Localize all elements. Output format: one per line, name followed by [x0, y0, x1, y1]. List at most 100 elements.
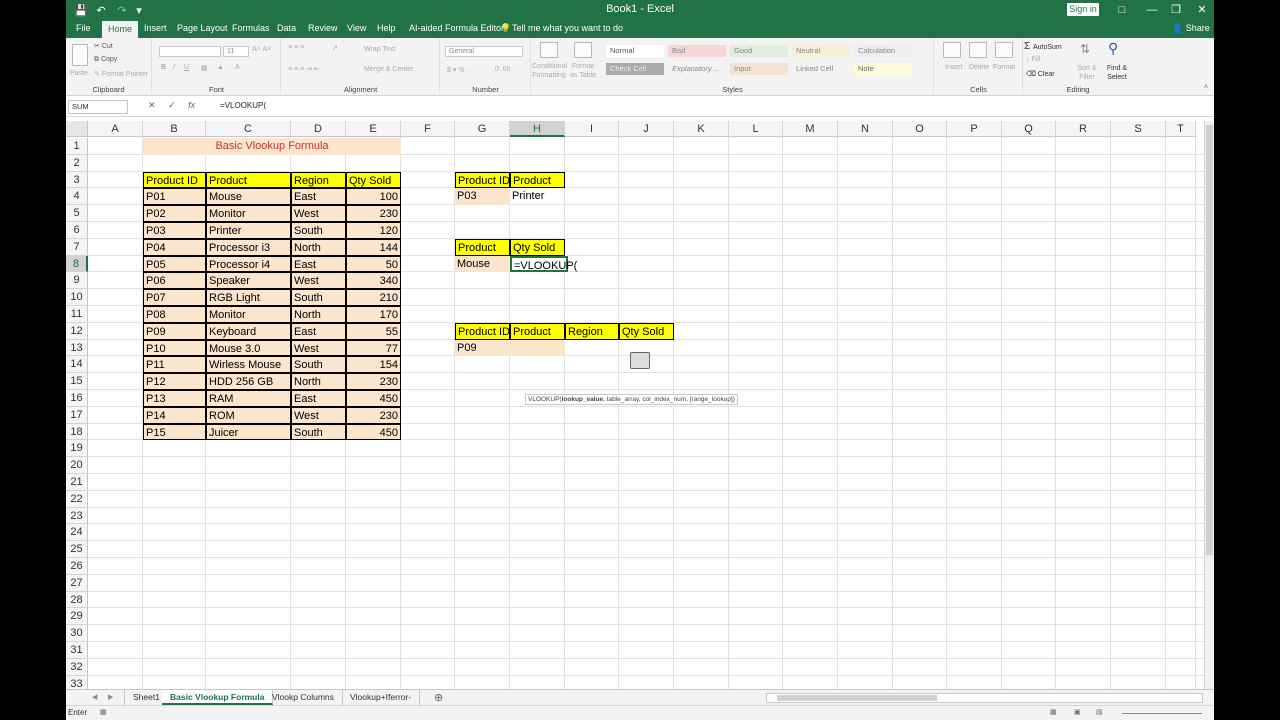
lookup-header[interactable]: Product	[455, 238, 510, 256]
row-header-31[interactable]: 31	[66, 642, 88, 659]
row-header-3[interactable]: 3	[66, 171, 88, 189]
tab-page-layout[interactable]: Page Layout	[177, 23, 228, 33]
table-cell[interactable]: P01	[143, 188, 206, 206]
delete-cells-icon[interactable]	[969, 42, 987, 58]
fill-color-icon[interactable]: ▲	[217, 64, 224, 71]
style-bad[interactable]: Bad	[668, 45, 726, 57]
table-cell[interactable]: Keyboard	[206, 322, 291, 340]
tab-home[interactable]: Home	[102, 21, 139, 38]
conditional-formatting-icon[interactable]	[540, 42, 558, 58]
tell-me-search[interactable]: Tell me what you want to do	[512, 23, 623, 33]
table-cell[interactable]: 230	[346, 373, 401, 390]
tab-insert[interactable]: Insert	[144, 23, 167, 33]
row-header-7[interactable]: 7	[66, 238, 88, 256]
table-cell[interactable]: P12	[143, 373, 206, 390]
table-cell[interactable]: P09	[143, 322, 206, 340]
table-cell[interactable]: East	[291, 390, 346, 407]
sheet-tab[interactable]: Vlookup+Iferror-	[342, 690, 421, 705]
table-header[interactable]: Product ID	[143, 171, 206, 189]
row-header-26[interactable]: 26	[66, 558, 88, 575]
paste-icon[interactable]	[72, 44, 88, 66]
table-cell[interactable]: P04	[143, 238, 206, 256]
font-color-icon[interactable]: A	[235, 64, 240, 71]
sort-filter-button[interactable]: Sort & Filter	[1074, 64, 1100, 82]
column-header-o[interactable]: O	[893, 121, 947, 137]
zoom-slider[interactable]	[1122, 713, 1202, 714]
style-neutral[interactable]: Neutral	[792, 45, 850, 57]
table-cell[interactable]: South	[291, 356, 346, 374]
currency-icon[interactable]: $ ▾ % ,	[447, 66, 468, 74]
grow-font-icon[interactable]: A˄ A˅	[252, 46, 271, 53]
tooltip-current-arg[interactable]: lookup_value	[562, 396, 604, 403]
table-cell[interactable]: 170	[346, 306, 401, 323]
wrap-text-button[interactable]: Wrap Text	[364, 46, 395, 53]
column-header-h[interactable]: H	[510, 121, 565, 137]
column-header-g[interactable]: G	[455, 121, 510, 137]
column-header-d[interactable]: D	[291, 121, 346, 137]
table-cell[interactable]: North	[291, 306, 346, 323]
table-cell[interactable]: 230	[346, 406, 401, 424]
table-cell[interactable]: RGB Light	[206, 289, 291, 306]
table-cell[interactable]: West	[291, 406, 346, 424]
format-as-table-button[interactable]: Format as Table	[568, 62, 598, 80]
table-cell[interactable]: P10	[143, 339, 206, 357]
table-cell[interactable]: 55	[346, 322, 401, 340]
row-header-18[interactable]: 18	[66, 423, 88, 441]
row-header-10[interactable]: 10	[66, 289, 88, 306]
new-sheet-icon[interactable]: ⊕	[434, 691, 443, 704]
borders-icon[interactable]: ▦	[201, 64, 208, 72]
table-cell[interactable]: Processor i4	[206, 255, 291, 273]
table-cell[interactable]: East	[291, 188, 346, 206]
row-header-22[interactable]: 22	[66, 490, 88, 508]
worksheet-grid[interactable]: ABCDEFGHIJKLMNOPQRST 1 2 3 4 5 6 7 8 9 10 11 12 13 14…	[66, 121, 1214, 693]
tab-data[interactable]: Data	[277, 23, 296, 33]
table-cell[interactable]: South	[291, 423, 346, 441]
table-cell[interactable]: 50	[346, 255, 401, 273]
column-header-r[interactable]: R	[1056, 121, 1111, 137]
table-cell[interactable]: South	[291, 222, 346, 239]
column-header-a[interactable]: A	[88, 121, 143, 137]
row-header-4[interactable]: 4	[66, 188, 88, 206]
table-cell[interactable]: ROM	[206, 406, 291, 424]
table-cell[interactable]: P06	[143, 272, 206, 290]
cancel-icon[interactable]: ✕	[148, 100, 156, 110]
table-cell[interactable]: Mouse 3.0	[206, 339, 291, 357]
table-cell[interactable]: 144	[346, 238, 401, 256]
fill-button[interactable]: ↓ Fill	[1026, 56, 1040, 63]
tab-scroll-prev-icon[interactable]: ◀	[92, 693, 97, 701]
lookup-result[interactable]: Printer	[510, 188, 565, 205]
lookup-header[interactable]: Qty Sold	[619, 322, 674, 340]
cut-button[interactable]: ✂ Cut	[94, 42, 113, 50]
column-header-q[interactable]: Q	[1002, 121, 1056, 137]
column-header-l[interactable]: L	[729, 121, 783, 137]
column-header-k[interactable]: K	[674, 121, 729, 137]
table-cell[interactable]: Printer	[206, 222, 291, 239]
row-header-17[interactable]: 17	[66, 406, 88, 424]
number-format-combo[interactable]: General	[445, 46, 523, 57]
conditional-formatting-button[interactable]: Conditional Formatting	[532, 62, 567, 80]
row-header-27[interactable]: 27	[66, 574, 88, 592]
tab-scroll-next-icon[interactable]: ▶	[108, 693, 113, 701]
insert-button[interactable]: Insert	[945, 64, 963, 71]
table-cell[interactable]: P05	[143, 255, 206, 273]
align-left-icon[interactable]: ≡ ≡ ≡ ⇥ ⇤	[288, 65, 320, 73]
active-cell-editor[interactable]: =VLOOKUP(	[510, 255, 577, 273]
table-cell[interactable]: P13	[143, 390, 206, 407]
decimal-icon[interactable]: .0 .00	[493, 66, 511, 73]
column-header-b[interactable]: B	[143, 121, 206, 137]
row-header-11[interactable]: 11	[66, 306, 88, 323]
table-cell[interactable]: 230	[346, 205, 401, 222]
row-header-28[interactable]: 28	[66, 591, 88, 609]
close-button[interactable]: ✕	[1182, 1, 1214, 19]
style-good[interactable]: Good	[730, 45, 788, 57]
find-select-button[interactable]: Find & Select	[1102, 64, 1132, 82]
table-cell[interactable]: 450	[346, 390, 401, 407]
table-cell[interactable]: P07	[143, 289, 206, 306]
delete-button[interactable]: Delete	[969, 64, 989, 71]
paste-button[interactable]: Paste	[70, 70, 88, 77]
table-cell[interactable]: 120	[346, 222, 401, 239]
font-size-combo[interactable]: 11	[223, 46, 249, 57]
table-cell[interactable]: RAM	[206, 390, 291, 407]
lookup-header[interactable]: Qty Sold	[510, 238, 565, 256]
autosum-button[interactable]: Σ AutoSum	[1024, 41, 1062, 52]
